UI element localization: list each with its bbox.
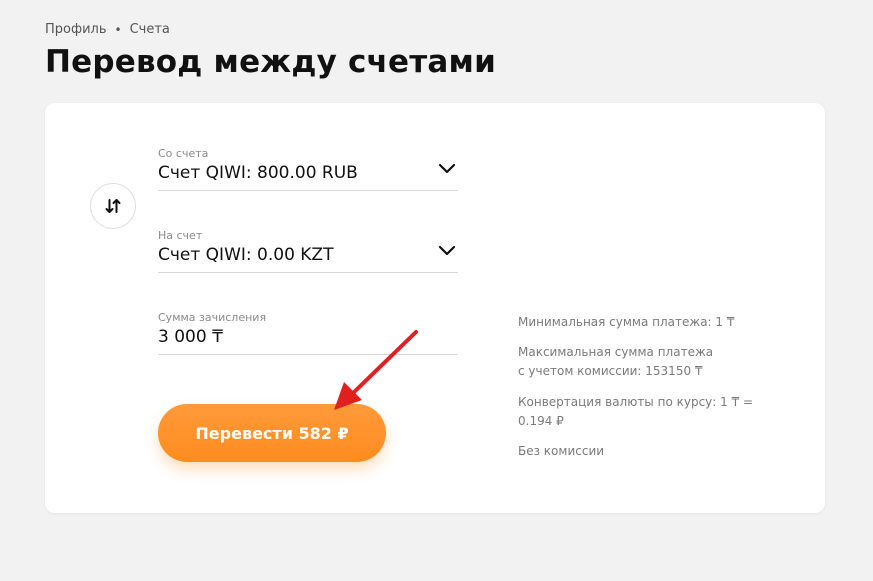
conversion-line2: 0.194 ₽ [518, 414, 564, 428]
to-account-value: Счет QIWI: 0.00 KZT [158, 245, 334, 265]
transfer-card: Со счета Счет QIWI: 800.00 RUB На счет С… [45, 103, 825, 513]
transfer-button[interactable]: Перевести 582 ₽ [158, 404, 386, 462]
breadcrumb-separator: • [114, 22, 122, 37]
max-amount-info: Максимальная сумма платежа с учетом коми… [518, 343, 768, 381]
amount-field[interactable]: Сумма зачисления 3 000 ₸ [158, 311, 458, 355]
swap-accounts-button[interactable] [90, 183, 136, 229]
to-account-select[interactable]: На счет Счет QIWI: 0.00 KZT [158, 229, 458, 273]
amount-input[interactable]: 3 000 ₸ [158, 327, 458, 354]
min-amount-text: Минимальная сумма платежа: 1 ₸ [518, 315, 735, 329]
to-account-label: На счет [158, 229, 203, 242]
breadcrumb-item-profile[interactable]: Профиль [45, 22, 107, 37]
conversion-line1: Конвертация валюты по курсу: 1 ₸ = [518, 395, 754, 409]
fee-info: Без комиссии [518, 442, 768, 461]
page-title: Перевод между счетами [45, 44, 497, 80]
chevron-down-icon [438, 245, 456, 256]
min-amount-info: Минимальная сумма платежа: 1 ₸ [518, 313, 768, 332]
from-account-label: Со счета [158, 147, 209, 160]
swap-vertical-icon [105, 199, 121, 213]
breadcrumb: Профиль • Счета [45, 22, 170, 37]
max-amount-line1: Максимальная сумма платежа [518, 345, 714, 359]
chevron-down-icon [438, 163, 456, 174]
amount-label: Сумма зачисления [158, 311, 267, 324]
from-account-select[interactable]: Со счета Счет QIWI: 800.00 RUB [158, 147, 458, 191]
breadcrumb-item-accounts[interactable]: Счета [130, 22, 170, 37]
max-amount-line2: с учетом комиссии: 153150 ₸ [518, 364, 703, 378]
fee-text: Без комиссии [518, 444, 605, 458]
conversion-info: Конвертация валюты по курсу: 1 ₸ = 0.194… [518, 393, 768, 431]
from-account-value: Счет QIWI: 800.00 RUB [158, 163, 358, 183]
